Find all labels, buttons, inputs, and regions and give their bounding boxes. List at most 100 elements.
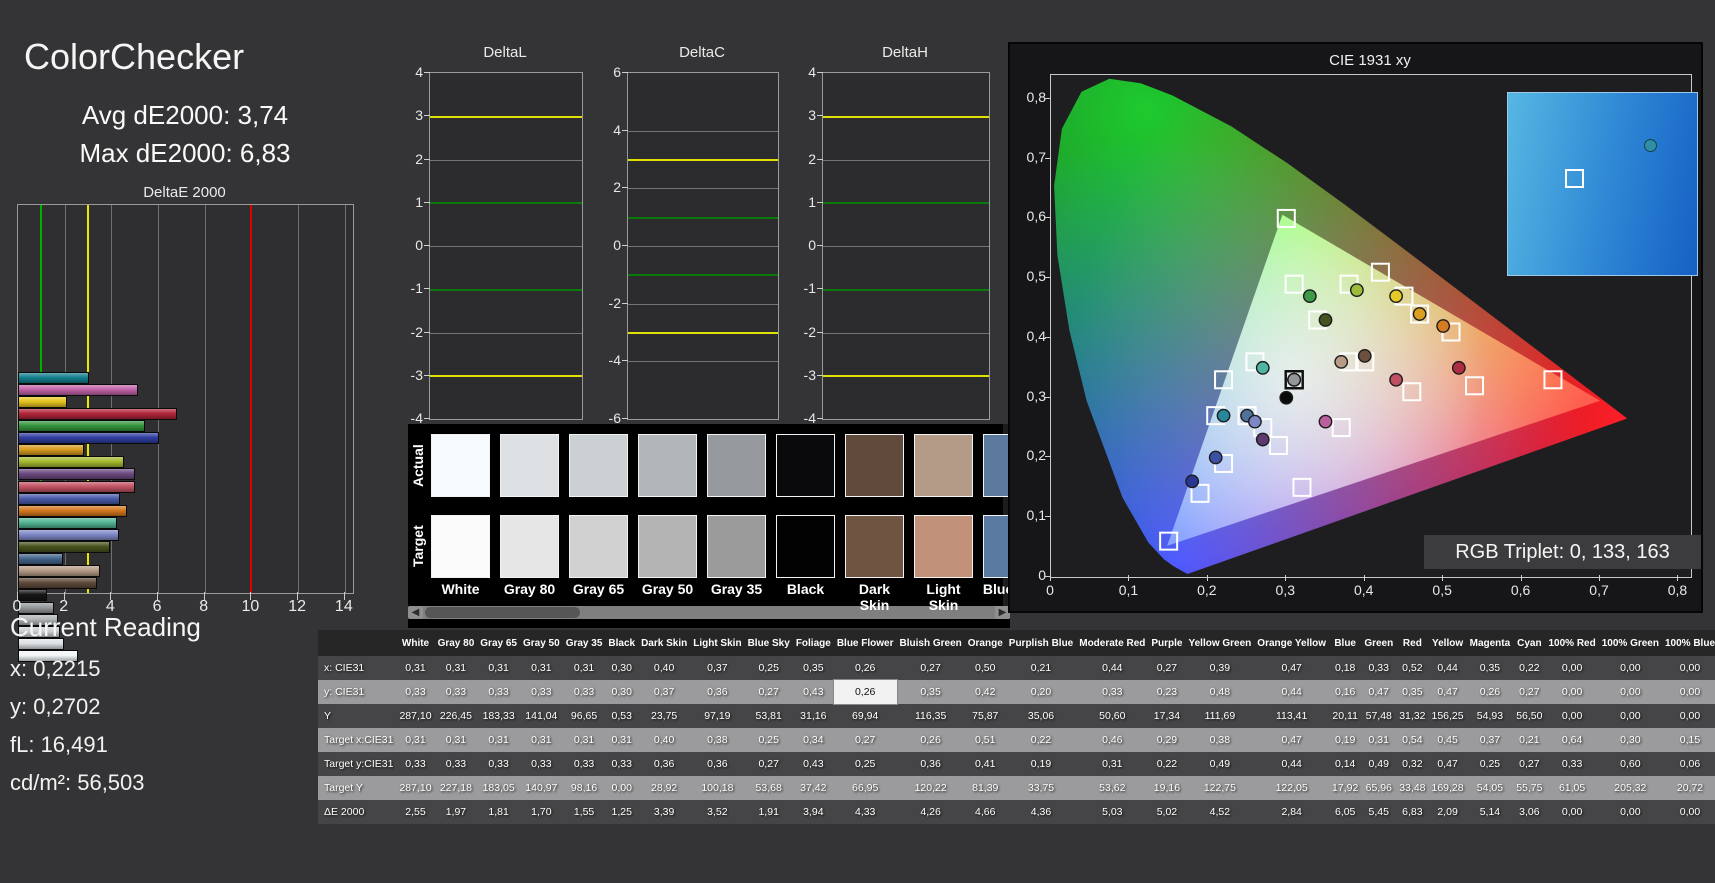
value-cell[interactable]: 0,27 (1513, 752, 1546, 776)
value-cell[interactable]: 0,33 (477, 752, 520, 776)
value-cell[interactable]: 183,05 (477, 776, 520, 800)
column-header[interactable]: Orange (964, 630, 1006, 656)
value-cell[interactable]: 0,33 (519, 680, 563, 704)
value-cell[interactable]: 0,27 (1513, 680, 1546, 704)
value-cell[interactable]: 0,18 (1329, 656, 1362, 680)
value-cell[interactable]: 141,04 (519, 704, 563, 728)
value-cell[interactable]: 205,32 (1598, 776, 1662, 800)
value-cell[interactable]: 0,00 (1661, 704, 1715, 728)
value-cell[interactable]: 81,39 (964, 776, 1006, 800)
value-cell[interactable]: 0,15 (1661, 728, 1715, 752)
value-cell[interactable]: 0,27 (1148, 656, 1186, 680)
value-cell[interactable]: 3,94 (792, 800, 834, 824)
value-cell[interactable]: 4,66 (964, 800, 1006, 824)
column-header[interactable]: Moderate Red (1076, 630, 1149, 656)
value-cell[interactable]: 33,75 (1005, 776, 1077, 800)
value-cell[interactable]: 226,45 (434, 704, 478, 728)
value-cell[interactable]: 120,22 (896, 776, 965, 800)
value-cell[interactable]: 0,41 (964, 752, 1006, 776)
value-cell[interactable]: 0,44 (1076, 656, 1149, 680)
value-cell[interactable]: 0,51 (964, 728, 1006, 752)
value-cell[interactable]: 96,65 (562, 704, 606, 728)
value-cell[interactable]: 0,06 (1661, 752, 1715, 776)
value-cell[interactable]: 0,20 (1005, 680, 1077, 704)
value-cell[interactable]: 3,52 (690, 800, 745, 824)
value-cell[interactable]: 0,37 (690, 656, 745, 680)
swatch-actual[interactable] (638, 434, 697, 497)
value-cell[interactable]: 0,30 (605, 680, 639, 704)
value-cell[interactable]: 0,47 (1428, 680, 1467, 704)
value-cell[interactable]: 0,30 (605, 656, 639, 680)
value-cell[interactable]: 0,19 (1329, 728, 1362, 752)
value-cell[interactable]: 0,49 (1185, 752, 1255, 776)
value-cell[interactable]: 20,72 (1661, 776, 1715, 800)
column-header[interactable]: Yellow Green (1185, 630, 1255, 656)
value-cell[interactable]: 0,36 (896, 752, 965, 776)
value-cell[interactable]: 287,10 (396, 776, 435, 800)
value-cell[interactable]: 0,52 (1396, 656, 1429, 680)
value-cell[interactable]: 57,48 (1361, 704, 1397, 728)
value-cell[interactable]: 5,14 (1466, 800, 1514, 824)
value-cell[interactable]: 0,46 (1076, 728, 1149, 752)
value-cell[interactable]: 0,25 (744, 656, 793, 680)
value-cell[interactable]: 0,31 (434, 656, 478, 680)
column-header[interactable]: Foliage (792, 630, 834, 656)
scrollbar-thumb[interactable] (425, 607, 580, 618)
value-cell[interactable]: 0,33 (1361, 656, 1397, 680)
value-cell[interactable]: 0,44 (1428, 656, 1467, 680)
value-cell[interactable]: 2,55 (396, 800, 435, 824)
value-cell[interactable]: 0,33 (1545, 752, 1599, 776)
value-cell[interactable]: 0,00 (1661, 656, 1715, 680)
value-cell[interactable]: 0,14 (1329, 752, 1362, 776)
value-cell[interactable]: 0,43 (792, 680, 834, 704)
value-cell[interactable]: 0,38 (690, 728, 745, 752)
value-cell[interactable]: 0,35 (1466, 656, 1514, 680)
value-cell[interactable]: 31,16 (792, 704, 834, 728)
value-cell[interactable]: 0,31 (434, 728, 478, 752)
value-cell[interactable]: 0,31 (477, 728, 520, 752)
column-header[interactable]: Orange Yellow (1254, 630, 1330, 656)
value-cell[interactable]: 0,00 (1545, 656, 1599, 680)
value-cell[interactable]: 0,37 (638, 680, 691, 704)
value-cell[interactable]: 0,00 (1661, 800, 1715, 824)
value-cell[interactable]: 0,00 (1661, 680, 1715, 704)
column-header[interactable]: Gray 35 (562, 630, 606, 656)
value-cell[interactable]: 0,26 (896, 728, 965, 752)
value-cell[interactable]: 0,29 (1148, 728, 1186, 752)
value-cell[interactable]: 0,22 (1513, 656, 1546, 680)
column-header[interactable]: Blue Flower (833, 630, 897, 656)
value-cell[interactable]: 3,06 (1513, 800, 1546, 824)
value-cell[interactable]: 0,21 (1513, 728, 1546, 752)
column-header[interactable]: Bluish Green (896, 630, 965, 656)
value-cell[interactable]: 169,28 (1428, 776, 1467, 800)
value-cell[interactable]: 0,00 (1545, 680, 1599, 704)
value-cell[interactable]: 0,31 (1361, 728, 1397, 752)
value-cell[interactable]: 0,43 (792, 752, 834, 776)
value-cell[interactable]: 6,05 (1329, 800, 1362, 824)
value-cell[interactable]: 0,44 (1254, 680, 1330, 704)
swatch-actual[interactable] (776, 434, 835, 497)
column-header[interactable]: Gray 50 (519, 630, 563, 656)
value-cell[interactable]: 0,37 (1466, 728, 1514, 752)
value-cell[interactable]: 0,31 (396, 728, 435, 752)
value-cell[interactable]: 56,50 (1513, 704, 1546, 728)
value-cell[interactable]: 98,16 (562, 776, 606, 800)
value-cell[interactable]: 0,47 (1361, 680, 1397, 704)
column-header[interactable]: 100% Red (1545, 630, 1599, 656)
value-cell[interactable]: 0,33 (434, 752, 478, 776)
value-cell[interactable]: 0,00 (1545, 800, 1599, 824)
scroll-left-button[interactable]: ◀ (408, 606, 423, 619)
column-header[interactable]: Blue (1329, 630, 1362, 656)
column-header[interactable]: Yellow (1428, 630, 1467, 656)
value-cell[interactable]: 183,33 (477, 704, 520, 728)
value-cell[interactable]: 0,31 (562, 728, 606, 752)
value-cell[interactable]: 1,25 (605, 800, 639, 824)
value-cell[interactable]: 0,00 (1598, 656, 1662, 680)
value-cell[interactable]: 0,31 (605, 728, 639, 752)
value-cell[interactable]: 54,93 (1466, 704, 1514, 728)
value-cell[interactable]: 0,27 (896, 656, 965, 680)
value-cell[interactable]: 4,36 (1005, 800, 1077, 824)
swatch-target[interactable] (638, 515, 697, 578)
swatch-actual[interactable] (707, 434, 766, 497)
value-cell[interactable]: 53,68 (744, 776, 793, 800)
